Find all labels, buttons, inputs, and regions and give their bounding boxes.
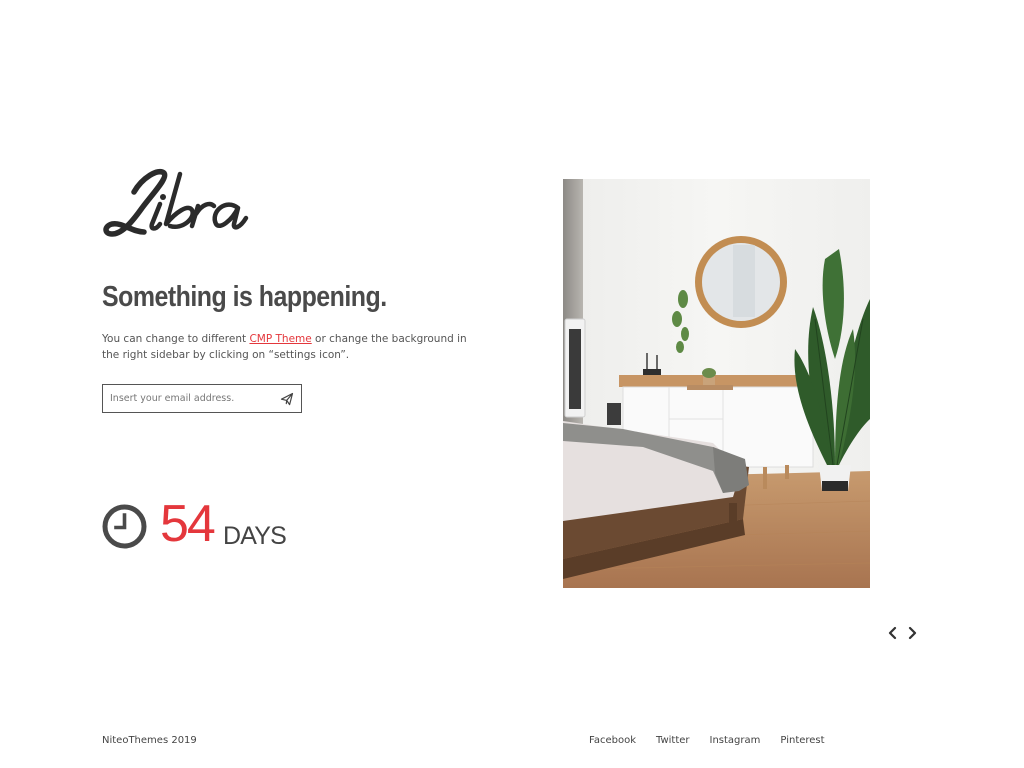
- countdown-unit: DAYS: [223, 522, 287, 550]
- paper-plane-icon: [280, 392, 294, 406]
- subscribe-form: [102, 384, 302, 413]
- footer-copyright: NiteoThemes 2019: [102, 735, 197, 746]
- social-link-twitter[interactable]: Twitter: [656, 735, 690, 746]
- page-description: You can change to different CMP Theme or…: [102, 331, 467, 363]
- social-link-instagram[interactable]: Instagram: [710, 735, 761, 746]
- slider-next-button[interactable]: [905, 625, 919, 641]
- social-link-facebook[interactable]: Facebook: [589, 735, 636, 746]
- bedroom-photo: [563, 179, 870, 588]
- cmp-theme-link[interactable]: CMP Theme: [249, 333, 311, 345]
- libra-logo-icon: [103, 169, 249, 237]
- logo-text: Libra: [102, 242, 103, 243]
- email-input[interactable]: [103, 385, 273, 412]
- chevron-right-icon: [908, 626, 917, 640]
- slider-navigation: [884, 625, 924, 641]
- coming-soon-page: Libra Something is happening. You can ch…: [0, 0, 1024, 768]
- background-photo: [563, 179, 870, 588]
- subscribe-submit-button[interactable]: [279, 391, 295, 407]
- social-link-pinterest[interactable]: Pinterest: [780, 735, 824, 746]
- chevron-left-icon: [888, 626, 897, 640]
- clock-icon: [102, 504, 147, 549]
- slider-prev-button[interactable]: [886, 625, 900, 641]
- brand-logo: Libra: [102, 160, 272, 242]
- social-links: Facebook Twitter Instagram Pinterest: [589, 735, 825, 746]
- page-headline: Something is happening.: [102, 281, 387, 313]
- countdown-value: 54: [160, 495, 216, 553]
- description-text: You can change to different: [102, 333, 250, 345]
